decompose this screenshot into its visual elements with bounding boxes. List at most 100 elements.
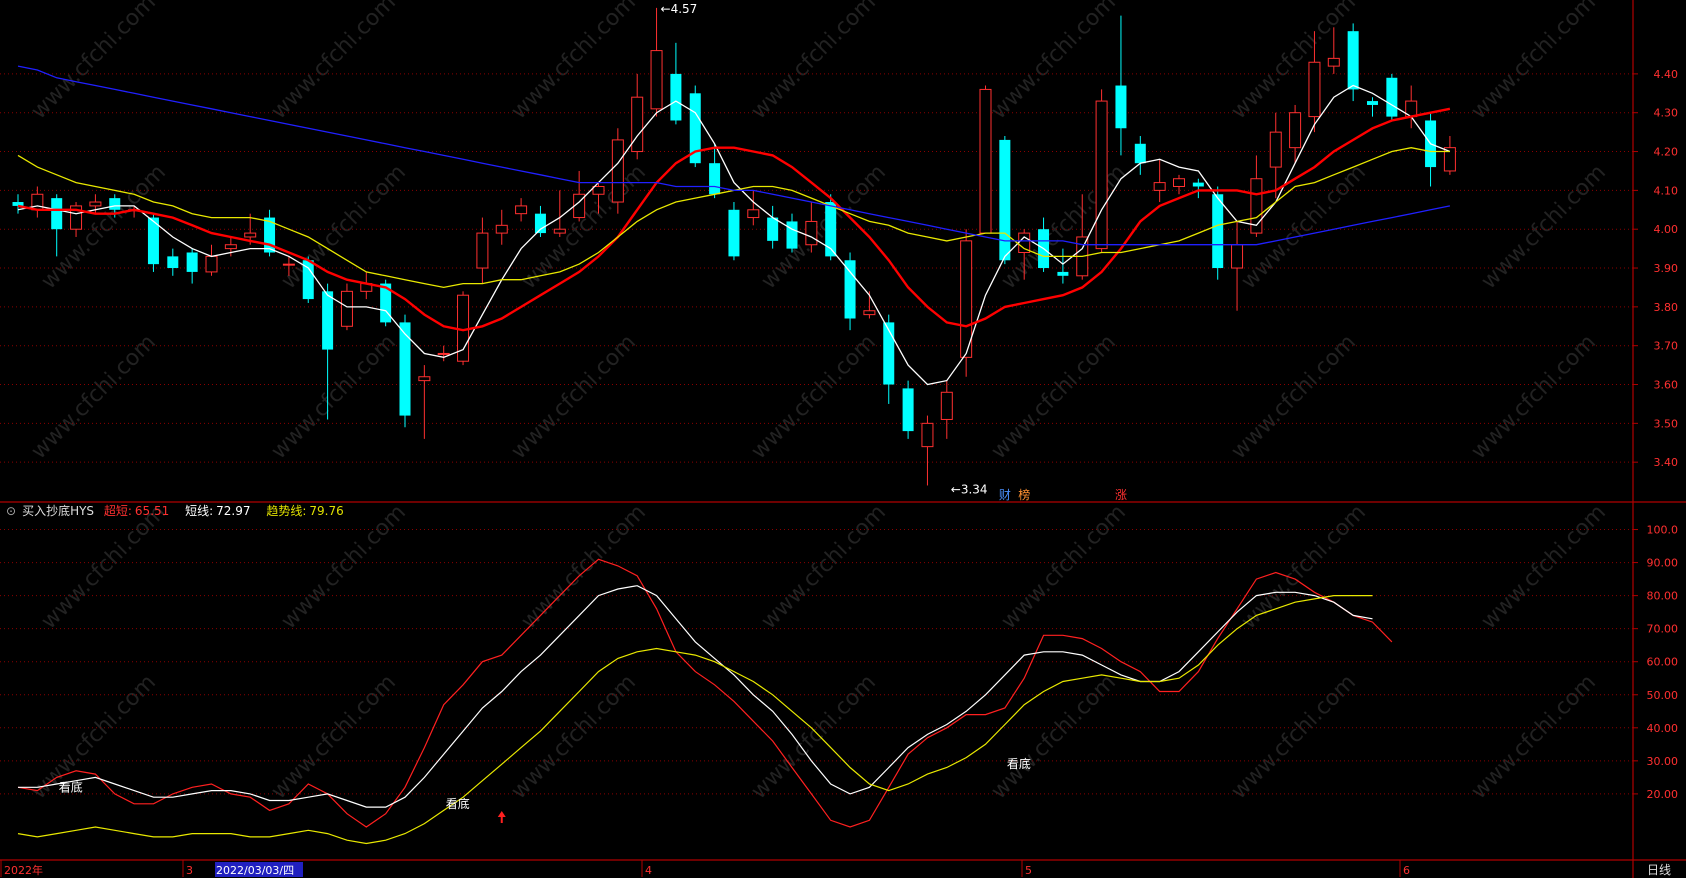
price-axis-tick: 4.40 [1654,68,1679,81]
candle-body-down [1115,85,1127,129]
candle-body-up [340,290,353,327]
candle[interactable] [1212,186,1224,280]
indicator-axis-tick: 100.0 [1647,524,1679,537]
event-marker[interactable]: 财 [999,488,1011,502]
date-label: 3 [186,864,193,877]
candle[interactable] [728,202,740,261]
event-marker[interactable]: 涨 [1115,487,1127,502]
indicator-axis-tick: 40.00 [1647,722,1679,735]
candle[interactable] [611,128,624,214]
candle-body-down [767,217,779,241]
candle-body-down [534,213,546,234]
price-axis-tick: 4.00 [1654,223,1679,236]
candle-body-up [418,376,431,382]
candle-body-down [322,291,334,350]
field-short-label: 短线: [185,504,214,518]
indicator-axis-tick: 60.00 [1647,656,1679,669]
candle-body-up [979,88,992,234]
candle[interactable] [844,252,856,331]
price-extreme-label: ←4.57 [661,2,698,16]
candle-body-up [89,201,102,207]
candle[interactable] [1095,89,1108,253]
candle-body-up [31,193,44,211]
candle-body-up [1231,244,1244,269]
bottom-signal-label: 看底 [1007,756,1031,771]
candle-body-up [805,220,818,246]
date-label: 6 [1403,864,1410,877]
indicator-name: 买入抄底HYS [22,504,95,518]
candle-body-down [1212,194,1224,269]
candle-body-down [670,73,682,121]
candle-body-down [1134,143,1146,164]
price-extreme-label: ←3.34 [951,482,988,496]
candle-body-down [709,163,721,195]
candle[interactable] [399,314,411,428]
candle-body-up [650,50,663,110]
price-axis-tick: 3.90 [1654,262,1679,275]
candle-body-down [728,209,740,257]
field-trend-label: 趋势线: [266,504,307,518]
candle[interactable] [999,136,1011,265]
candle-body-up [495,224,508,234]
candle-body-up [592,185,605,195]
price-axis-tick: 3.40 [1654,456,1679,469]
candle-body-up [863,310,876,316]
candle-body-up [1095,100,1108,250]
candle[interactable] [902,380,914,439]
candle-body-up [437,352,450,355]
candle-body-up [1173,178,1185,187]
indicator-axis-tick: 90.00 [1647,557,1679,570]
price-axis-tick: 4.20 [1654,146,1679,159]
candle-body-down [186,252,198,272]
candle-body-down [1386,77,1398,117]
price-axis-tick: 3.70 [1654,340,1679,353]
field-ultra-short-value: 65.51 [134,504,170,518]
candle-body-up [1269,131,1282,168]
candle-body-down [999,139,1011,261]
candle-body-down [1192,182,1204,187]
indicator-axis-tick: 50.00 [1647,689,1679,702]
candle[interactable] [979,85,992,234]
period-label[interactable]: 日线 [1647,863,1671,877]
event-marker[interactable]: 榜 [1018,487,1030,502]
date-label: 2022/03/03/四 [216,864,294,877]
bottom-signal-label: 看底 [59,779,83,794]
indicator-header: ⊙ 买入抄底HYS 超短: 65.51 短线: 72.97 趋势线: 79.76 [6,502,356,519]
field-ultra-short: 超短: 65.51 [104,504,175,518]
candle-body-up [244,232,257,238]
candle-body-up [553,228,566,234]
price-axis-tick: 3.50 [1654,417,1679,430]
candle[interactable] [1386,73,1398,121]
candle-body-up [631,96,644,153]
candle-body-down [883,322,895,385]
candle-body-up [1153,182,1166,191]
candle-body-down [109,198,121,210]
candle-body-down [786,221,798,249]
price-axis-tick: 4.30 [1654,107,1679,120]
candle[interactable] [1347,23,1359,102]
field-short: 短线: 72.97 [185,504,256,518]
date-label: 4 [645,864,652,877]
indicator-axis-tick: 80.00 [1647,590,1679,603]
candle-body-down [1347,31,1359,90]
candle-body-down [844,260,856,319]
candle-body-up [224,244,237,250]
candle-body-down [902,388,914,432]
indicator-axis-tick: 20.00 [1647,788,1679,801]
price-axis-tick: 3.60 [1654,379,1679,392]
candle-body-down [399,322,411,416]
candle[interactable] [147,213,159,272]
candle-body-up [960,240,973,358]
candle-body-down [1367,101,1378,105]
date-label: 5 [1025,864,1032,877]
field-ultra-short-label: 超短: [103,504,132,518]
date-label: 2022年 [4,863,43,877]
candle-body-up [1289,112,1302,149]
candle-body-down [51,198,63,230]
candle-body-down [167,256,179,269]
field-trend-value: 79.76 [309,504,344,518]
stock-chart[interactable]: www.cfchi.com www.cfchi.com www.cfchi.com w… [0,0,1686,878]
candle-body-up [611,139,624,203]
candle-body-up [476,232,489,269]
collapse-icon[interactable]: ⊙ [6,504,16,518]
